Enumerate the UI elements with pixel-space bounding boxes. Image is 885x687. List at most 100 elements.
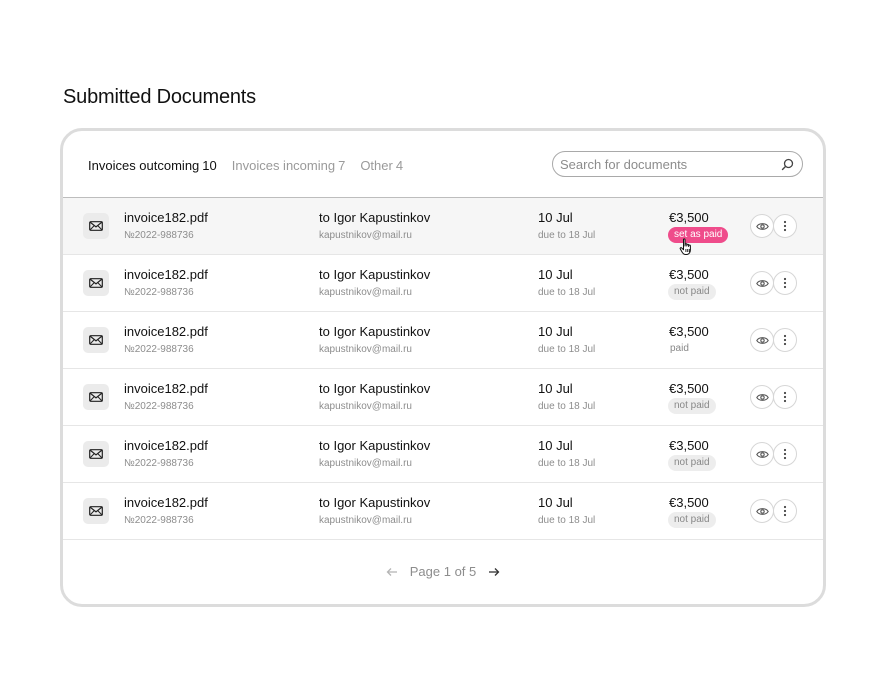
recipient-email: kapustnikov@mail.ru bbox=[319, 230, 412, 241]
hand-pointer-icon bbox=[679, 238, 691, 255]
recipient-name: to Igor Kapustinkov bbox=[319, 210, 431, 225]
status-badge: paid bbox=[670, 343, 689, 354]
due-date: due to 18 Jul bbox=[538, 344, 596, 355]
recipient-email: kapustnikov@mail.ru bbox=[319, 515, 412, 526]
tab-label: Invoices incoming bbox=[231, 158, 336, 173]
more-button[interactable] bbox=[773, 442, 797, 466]
more-vertical-icon bbox=[783, 505, 787, 517]
amount: €3,500 bbox=[669, 267, 709, 282]
more-button[interactable] bbox=[773, 385, 797, 409]
eye-icon bbox=[755, 450, 769, 458]
document-number: №2022-988736 bbox=[124, 458, 194, 469]
document-number: №2022-988736 bbox=[124, 401, 194, 412]
more-vertical-icon bbox=[783, 334, 787, 346]
pagination: Page 1 of 5 bbox=[63, 564, 823, 579]
amount: €3,500 bbox=[669, 438, 709, 453]
view-button[interactable] bbox=[750, 271, 774, 295]
view-button[interactable] bbox=[750, 442, 774, 466]
more-button[interactable] bbox=[773, 499, 797, 523]
tab-count: 4 bbox=[395, 158, 404, 173]
documents-card: Invoices outcoming 10 Invoices incoming 7 … bbox=[60, 128, 826, 607]
table-row[interactable]: invoice182.pdf №2022-988736 to Igor Kapu… bbox=[63, 369, 823, 426]
search-box bbox=[552, 151, 803, 177]
tabs: Invoices outcoming 10 Invoices incoming 7 … bbox=[88, 158, 418, 173]
status-badge: not paid bbox=[668, 284, 716, 300]
table-row[interactable]: invoice182.pdf №2022-988736 to Igor Kapu… bbox=[63, 198, 823, 255]
more-vertical-icon bbox=[783, 277, 787, 289]
document-number: №2022-988736 bbox=[124, 230, 194, 241]
document-number: №2022-988736 bbox=[124, 287, 194, 298]
tab-invoices-outcoming[interactable]: Invoices outcoming 10 bbox=[88, 158, 217, 173]
eye-icon bbox=[755, 393, 769, 401]
eye-icon bbox=[755, 336, 769, 344]
page-title: Submitted Documents bbox=[63, 86, 256, 108]
recipient-email: kapustnikov@mail.ru bbox=[319, 458, 412, 469]
view-button[interactable] bbox=[750, 214, 774, 238]
issue-date: 10 Jul bbox=[538, 324, 573, 339]
more-vertical-icon bbox=[783, 391, 787, 403]
toolbar: Invoices outcoming 10 Invoices incoming 7 … bbox=[63, 131, 823, 198]
amount: €3,500 bbox=[669, 324, 709, 339]
eye-icon bbox=[755, 507, 769, 515]
issue-date: 10 Jul bbox=[538, 210, 573, 225]
table-row[interactable]: invoice182.pdf №2022-988736 to Igor Kapu… bbox=[63, 483, 823, 540]
arrow-left-icon[interactable] bbox=[386, 567, 398, 577]
tab-count: 7 bbox=[338, 158, 346, 173]
recipient-email: kapustnikov@mail.ru bbox=[319, 344, 412, 355]
table-row[interactable]: invoice182.pdf №2022-988736 to Igor Kapu… bbox=[63, 255, 823, 312]
search-icon[interactable] bbox=[780, 157, 794, 171]
file-name[interactable]: invoice182.pdf bbox=[124, 381, 208, 396]
due-date: due to 18 Jul bbox=[538, 230, 596, 241]
file-name[interactable]: invoice182.pdf bbox=[124, 495, 208, 510]
file-name[interactable]: invoice182.pdf bbox=[124, 267, 208, 282]
issue-date: 10 Jul bbox=[538, 438, 573, 453]
set-as-paid-button[interactable]: set as paid bbox=[668, 227, 729, 243]
view-button[interactable] bbox=[750, 499, 774, 523]
amount: €3,500 bbox=[669, 381, 709, 396]
recipient-email: kapustnikov@mail.ru bbox=[319, 401, 412, 412]
envelope-icon bbox=[83, 498, 109, 524]
recipient-name: to Igor Kapustinkov bbox=[319, 495, 431, 510]
more-button[interactable] bbox=[773, 328, 797, 352]
more-vertical-icon bbox=[783, 448, 787, 460]
due-date: due to 18 Jul bbox=[538, 515, 596, 526]
envelope-icon bbox=[83, 270, 109, 296]
documents-table: invoice182.pdf №2022-988736 to Igor Kapu… bbox=[63, 198, 823, 540]
tab-other[interactable]: Other 4 bbox=[360, 158, 403, 173]
page-indicator: Page 1 of 5 bbox=[409, 564, 477, 579]
status-badge: not paid bbox=[668, 398, 716, 414]
more-vertical-icon bbox=[783, 220, 787, 232]
table-row[interactable]: invoice182.pdf №2022-988736 to Igor Kapu… bbox=[63, 426, 823, 483]
table-row[interactable]: invoice182.pdf №2022-988736 to Igor Kapu… bbox=[63, 312, 823, 369]
tab-invoices-incoming[interactable]: Invoices incoming 7 bbox=[232, 158, 346, 173]
file-name[interactable]: invoice182.pdf bbox=[124, 210, 208, 225]
due-date: due to 18 Jul bbox=[538, 287, 596, 298]
envelope-icon bbox=[83, 384, 109, 410]
more-button[interactable] bbox=[773, 214, 797, 238]
file-name[interactable]: invoice182.pdf bbox=[124, 438, 208, 453]
issue-date: 10 Jul bbox=[538, 381, 573, 396]
tab-label: Other bbox=[360, 158, 393, 173]
eye-icon bbox=[755, 279, 769, 287]
recipient-email: kapustnikov@mail.ru bbox=[319, 287, 412, 298]
tab-label: Invoices outcoming bbox=[88, 158, 200, 173]
status-badge: not paid bbox=[668, 455, 716, 471]
recipient-name: to Igor Kapustinkov bbox=[319, 324, 431, 339]
due-date: due to 18 Jul bbox=[538, 458, 596, 469]
amount: €3,500 bbox=[669, 495, 709, 510]
more-button[interactable] bbox=[773, 271, 797, 295]
envelope-icon bbox=[83, 441, 109, 467]
eye-icon bbox=[755, 222, 769, 230]
amount: €3,500 bbox=[669, 210, 709, 225]
envelope-icon bbox=[83, 213, 109, 239]
arrow-right-icon[interactable] bbox=[488, 567, 500, 577]
view-button[interactable] bbox=[750, 328, 774, 352]
status-badge: not paid bbox=[668, 512, 716, 528]
file-name[interactable]: invoice182.pdf bbox=[124, 324, 208, 339]
document-number: №2022-988736 bbox=[124, 344, 194, 355]
issue-date: 10 Jul bbox=[538, 495, 573, 510]
view-button[interactable] bbox=[750, 385, 774, 409]
search-input[interactable] bbox=[560, 156, 780, 172]
recipient-name: to Igor Kapustinkov bbox=[319, 267, 431, 282]
recipient-name: to Igor Kapustinkov bbox=[319, 381, 431, 396]
